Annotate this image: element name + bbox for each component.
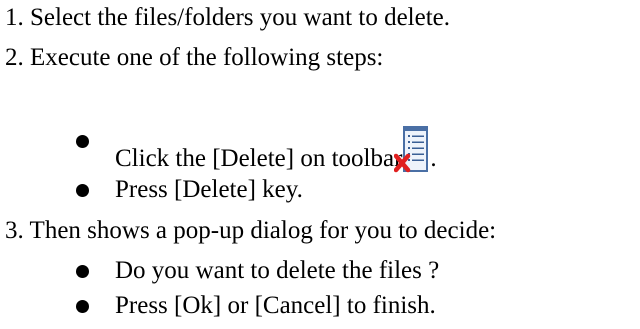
- bullet-dot: [76, 265, 89, 278]
- step-2-text: 2. Execute one of the following steps:: [5, 44, 384, 71]
- bullet-click-delete-row: Click the [Delete] on toolbar .: [115, 126, 437, 174]
- step-1-text: 1. Select the files/folders you want to …: [5, 4, 451, 31]
- bullet-dot: [76, 135, 89, 148]
- bullet-dot: [76, 184, 89, 197]
- bullet-confirm-question-text: Do you want to delete the files ?: [115, 257, 440, 284]
- delete-list-icon: [394, 126, 429, 174]
- bullet-click-delete-period: .: [430, 145, 437, 172]
- bullet-finish-text: Press [Ok] or [Cancel] to finish.: [115, 292, 436, 319]
- bullet-click-delete-text: Click the [Delete] on toolbar: [115, 145, 403, 172]
- bullet-press-delete-text: Press [Delete] key.: [115, 176, 303, 203]
- step-3-text: 3. Then shows a pop-up dialog for you to…: [5, 217, 497, 244]
- bullet-dot: [76, 300, 89, 313]
